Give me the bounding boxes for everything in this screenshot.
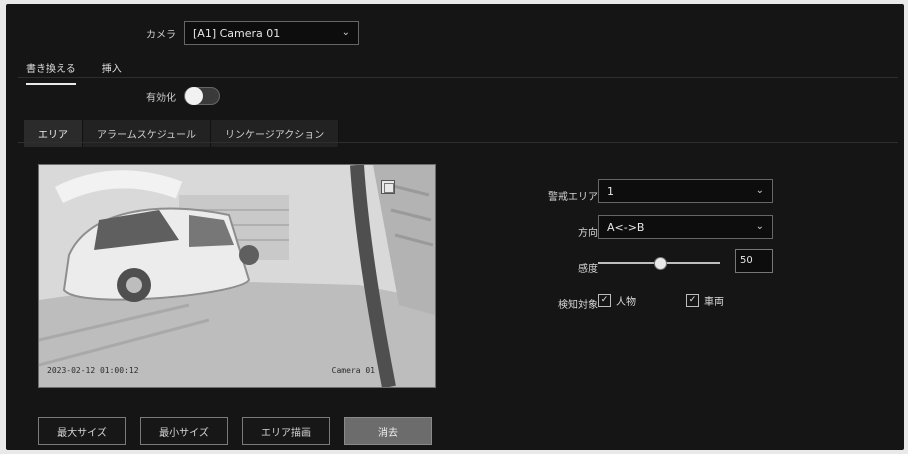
preview-button-row: 最大サイズ 最小サイズ エリア描画 消去 xyxy=(38,417,432,445)
target-vehicle-label: 車両 xyxy=(704,297,724,308)
check-icon: ✓ xyxy=(598,294,611,307)
direction-select-value: A<->B xyxy=(607,220,645,234)
preview-image xyxy=(39,165,435,387)
target-vehicle-checkbox[interactable]: ✓ 車両 xyxy=(686,293,724,308)
subnav-overwrite[interactable]: 書き換える xyxy=(26,60,76,85)
area-row: 警戒エリア 1 ⌄ xyxy=(536,179,836,215)
grid-icon[interactable] xyxy=(381,180,395,194)
direction-select[interactable]: A<->B ⌄ xyxy=(598,215,773,239)
tabs-divider xyxy=(18,142,898,143)
area-select-value: 1 xyxy=(607,184,614,198)
check-icon: ✓ xyxy=(686,294,699,307)
subnav: 書き換える 挿入 xyxy=(26,60,122,85)
camera-select-value: [A1] Camera 01 xyxy=(193,26,281,40)
direction-row: 方向 A<->B ⌄ xyxy=(536,215,836,251)
area-label: 警戒エリア xyxy=(548,192,598,203)
direction-label: 方向 xyxy=(578,228,598,239)
clear-button[interactable]: 消去 xyxy=(344,417,432,445)
toggle-knob xyxy=(185,87,203,105)
subnav-insert[interactable]: 挿入 xyxy=(102,60,122,85)
chevron-down-icon: ⌄ xyxy=(341,27,350,38)
target-label: 検知対象 xyxy=(558,300,598,311)
camera-row: カメラ [A1] Camera 01 ⌄ xyxy=(146,21,359,45)
camera-label: カメラ xyxy=(146,29,176,41)
camera-select[interactable]: [A1] Camera 01 ⌄ xyxy=(184,21,359,45)
sensitivity-label: 感度 xyxy=(578,264,598,275)
chevron-down-icon: ⌄ xyxy=(755,221,764,232)
preview-camera-name: Camera 01 xyxy=(331,366,375,375)
enable-label: 有効化 xyxy=(146,92,176,104)
draw-area-button[interactable]: エリア描画 xyxy=(242,417,330,445)
sensitivity-value[interactable]: 50 xyxy=(735,249,773,273)
camera-preview[interactable]: 2023-02-12 01:00:12 Camera 01 xyxy=(38,164,436,388)
enable-toggle[interactable] xyxy=(184,87,220,105)
chevron-down-icon: ⌄ xyxy=(755,185,764,196)
target-row: 検知対象 ✓ 人物 ✓ 車両 xyxy=(536,287,836,323)
sensitivity-slider-thumb[interactable] xyxy=(654,257,667,270)
area-select[interactable]: 1 ⌄ xyxy=(598,179,773,203)
sensitivity-row: 感度 50 xyxy=(536,249,836,287)
detection-form: 警戒エリア 1 ⌄ 方向 A<->B ⌄ 感度 50 検知対象 ✓ 人物 ✓ 車… xyxy=(536,179,836,323)
preview-timestamp: 2023-02-12 01:00:12 xyxy=(47,366,139,375)
subnav-divider xyxy=(18,77,898,78)
enable-row: 有効化 xyxy=(146,87,220,105)
min-size-button[interactable]: 最小サイズ xyxy=(140,417,228,445)
target-person-checkbox[interactable]: ✓ 人物 xyxy=(598,293,636,308)
max-size-button[interactable]: 最大サイズ xyxy=(38,417,126,445)
settings-panel: カメラ [A1] Camera 01 ⌄ 書き換える 挿入 有効化 エリア アラ… xyxy=(6,4,904,450)
target-person-label: 人物 xyxy=(616,297,636,308)
